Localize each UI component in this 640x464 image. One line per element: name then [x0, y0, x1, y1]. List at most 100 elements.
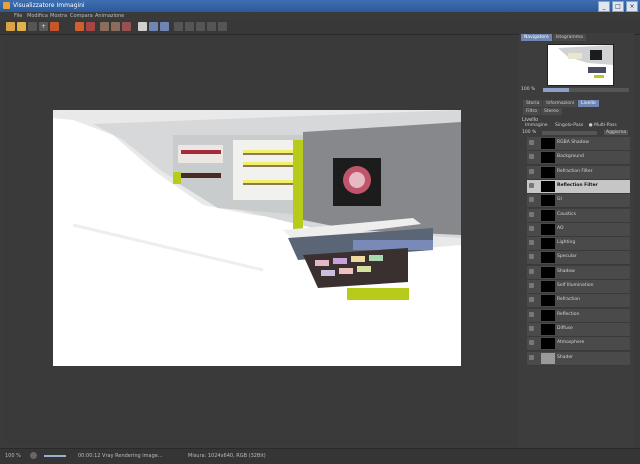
- render-icon[interactable]: [50, 22, 59, 31]
- fullscreen-icon[interactable]: [207, 22, 216, 31]
- layer-row[interactable]: RGBA Shadow: [527, 137, 630, 151]
- layer-thumbnail: [541, 323, 555, 335]
- layer-row[interactable]: Shadow: [527, 265, 630, 280]
- layer-name: Diffuse: [557, 325, 573, 331]
- layer-row[interactable]: Atmosphere: [527, 337, 630, 352]
- layer-name: Reflection: [557, 311, 580, 317]
- zoom-in-icon[interactable]: [185, 22, 194, 31]
- layer-row[interactable]: Diffuse: [527, 322, 630, 337]
- menu-animazione[interactable]: Animazione: [95, 13, 124, 19]
- compare-b-icon[interactable]: [111, 22, 120, 31]
- mode-singolo-pass[interactable]: Singolo-Pass: [555, 123, 583, 128]
- tab-stereo[interactable]: Stereo: [541, 108, 562, 115]
- window-title: Visualizzatore Immagini: [13, 2, 85, 9]
- rendered-scene: [53, 110, 461, 366]
- status-render: 00:00:12 Vray Rendering image...: [78, 453, 163, 459]
- layer-row[interactable]: Caustics: [527, 208, 630, 223]
- layer-name: AO: [557, 225, 564, 231]
- layer-thumbnail: [541, 281, 555, 292]
- layer-name: Caustics: [557, 211, 576, 217]
- layer-row[interactable]: Refraction: [527, 294, 630, 309]
- tab-storia[interactable]: Storia: [523, 100, 543, 107]
- layer-thumbnail: [541, 195, 555, 207]
- layer-thumbnail: [541, 266, 555, 278]
- eye-icon[interactable]: [529, 197, 534, 203]
- menu-file[interactable]: File: [14, 13, 22, 19]
- eye-icon[interactable]: [529, 268, 534, 274]
- layer-row[interactable]: Refraction Filter: [527, 165, 630, 180]
- eye-icon[interactable]: [529, 168, 534, 174]
- layer-name: Atmosphere: [557, 340, 585, 346]
- zoom-reset-icon[interactable]: [30, 452, 37, 459]
- layer-row[interactable]: Reflection Filter: [527, 179, 630, 194]
- eye-icon[interactable]: [529, 340, 534, 346]
- tab-navigatore[interactable]: Navigatore: [521, 34, 552, 41]
- menu-compara[interactable]: Compara: [70, 13, 93, 19]
- eye-icon[interactable]: [529, 311, 534, 317]
- eye-icon[interactable]: [529, 140, 534, 145]
- crosshair-icon[interactable]: +: [39, 22, 48, 31]
- open-icon[interactable]: [6, 22, 15, 31]
- eye-icon[interactable]: [529, 354, 534, 360]
- fit-icon[interactable]: [174, 22, 183, 31]
- eye-icon[interactable]: [529, 182, 534, 188]
- layer-row[interactable]: Specular: [527, 251, 630, 266]
- layer-name: Self Illumination: [557, 283, 594, 288]
- save-icon[interactable]: [28, 22, 37, 31]
- mode-multi-pass[interactable]: Multi-Pass: [594, 123, 617, 128]
- eye-icon[interactable]: [529, 283, 534, 288]
- render-region-icon[interactable]: [75, 22, 84, 31]
- layer-zoom-slider[interactable]: [542, 131, 597, 135]
- tab-livello[interactable]: Livello: [578, 100, 599, 107]
- maximize-button[interactable]: □: [612, 1, 624, 12]
- layer-row[interactable]: AO: [527, 222, 630, 237]
- layer-name: Background: [557, 154, 584, 160]
- render-image: [53, 110, 461, 366]
- layer-thumbnail: [541, 166, 555, 178]
- layer-row[interactable]: GI: [527, 194, 630, 209]
- title-bar: Visualizzatore Immagini _ □ ×: [0, 0, 640, 12]
- eye-icon[interactable]: [529, 154, 534, 160]
- layer-row[interactable]: Lighting: [527, 237, 630, 252]
- update-dropdown[interactable]: Aggiorna: [604, 130, 629, 135]
- folder-icon[interactable]: [17, 22, 26, 31]
- eye-icon[interactable]: [529, 325, 534, 331]
- eye-icon[interactable]: [529, 240, 534, 246]
- navigator-thumbnail[interactable]: [547, 44, 614, 86]
- eye-icon[interactable]: [529, 225, 534, 231]
- menu-modifica[interactable]: Modifica: [27, 13, 48, 19]
- minimize-button[interactable]: _: [598, 1, 610, 12]
- menu-mostra[interactable]: Mostra: [50, 13, 67, 19]
- tab-filtro[interactable]: Filtro: [523, 108, 541, 115]
- swap-icon[interactable]: [122, 22, 131, 31]
- zoom-out-icon[interactable]: [196, 22, 205, 31]
- layer-row[interactable]: Reflection: [527, 308, 630, 323]
- single-view-icon[interactable]: [138, 22, 147, 31]
- stop-icon[interactable]: [86, 22, 95, 31]
- layer-row[interactable]: Self Illumination: [527, 280, 630, 294]
- eye-icon[interactable]: [529, 254, 534, 260]
- tab-istogramma[interactable]: Istogramma: [552, 34, 586, 41]
- eye-icon[interactable]: [529, 297, 534, 303]
- layer-name: Specular: [557, 254, 577, 260]
- layer-name: Reflection Filter: [557, 182, 598, 188]
- tab-informazioni[interactable]: Informazioni: [543, 100, 578, 107]
- layer-thumbnail: [541, 309, 555, 321]
- radio-multi-pass-icon[interactable]: ●: [589, 123, 593, 128]
- layer-row[interactable]: Shader: [527, 351, 630, 366]
- render-progress-bar: [44, 455, 66, 457]
- mode-immagine[interactable]: Immagine: [525, 123, 548, 128]
- right-panel: Navigatore Istogramma 100 % Storia Infor…: [519, 33, 634, 448]
- split-view-icon[interactable]: [149, 22, 158, 31]
- grid-view-icon[interactable]: [160, 22, 169, 31]
- layer-thumbnail: [541, 223, 555, 235]
- navigator-zoom-slider[interactable]: [543, 88, 629, 92]
- menu-bar: File Modifica Mostra Compara Animazione: [0, 12, 640, 20]
- settings-icon[interactable]: [218, 22, 227, 31]
- eye-icon[interactable]: [529, 211, 534, 217]
- layer-row[interactable]: Background: [527, 151, 630, 166]
- compare-a-icon[interactable]: [100, 22, 109, 31]
- layer-thumbnail: [541, 152, 555, 164]
- layer-name: Shader: [557, 354, 573, 360]
- close-button[interactable]: ×: [626, 1, 638, 12]
